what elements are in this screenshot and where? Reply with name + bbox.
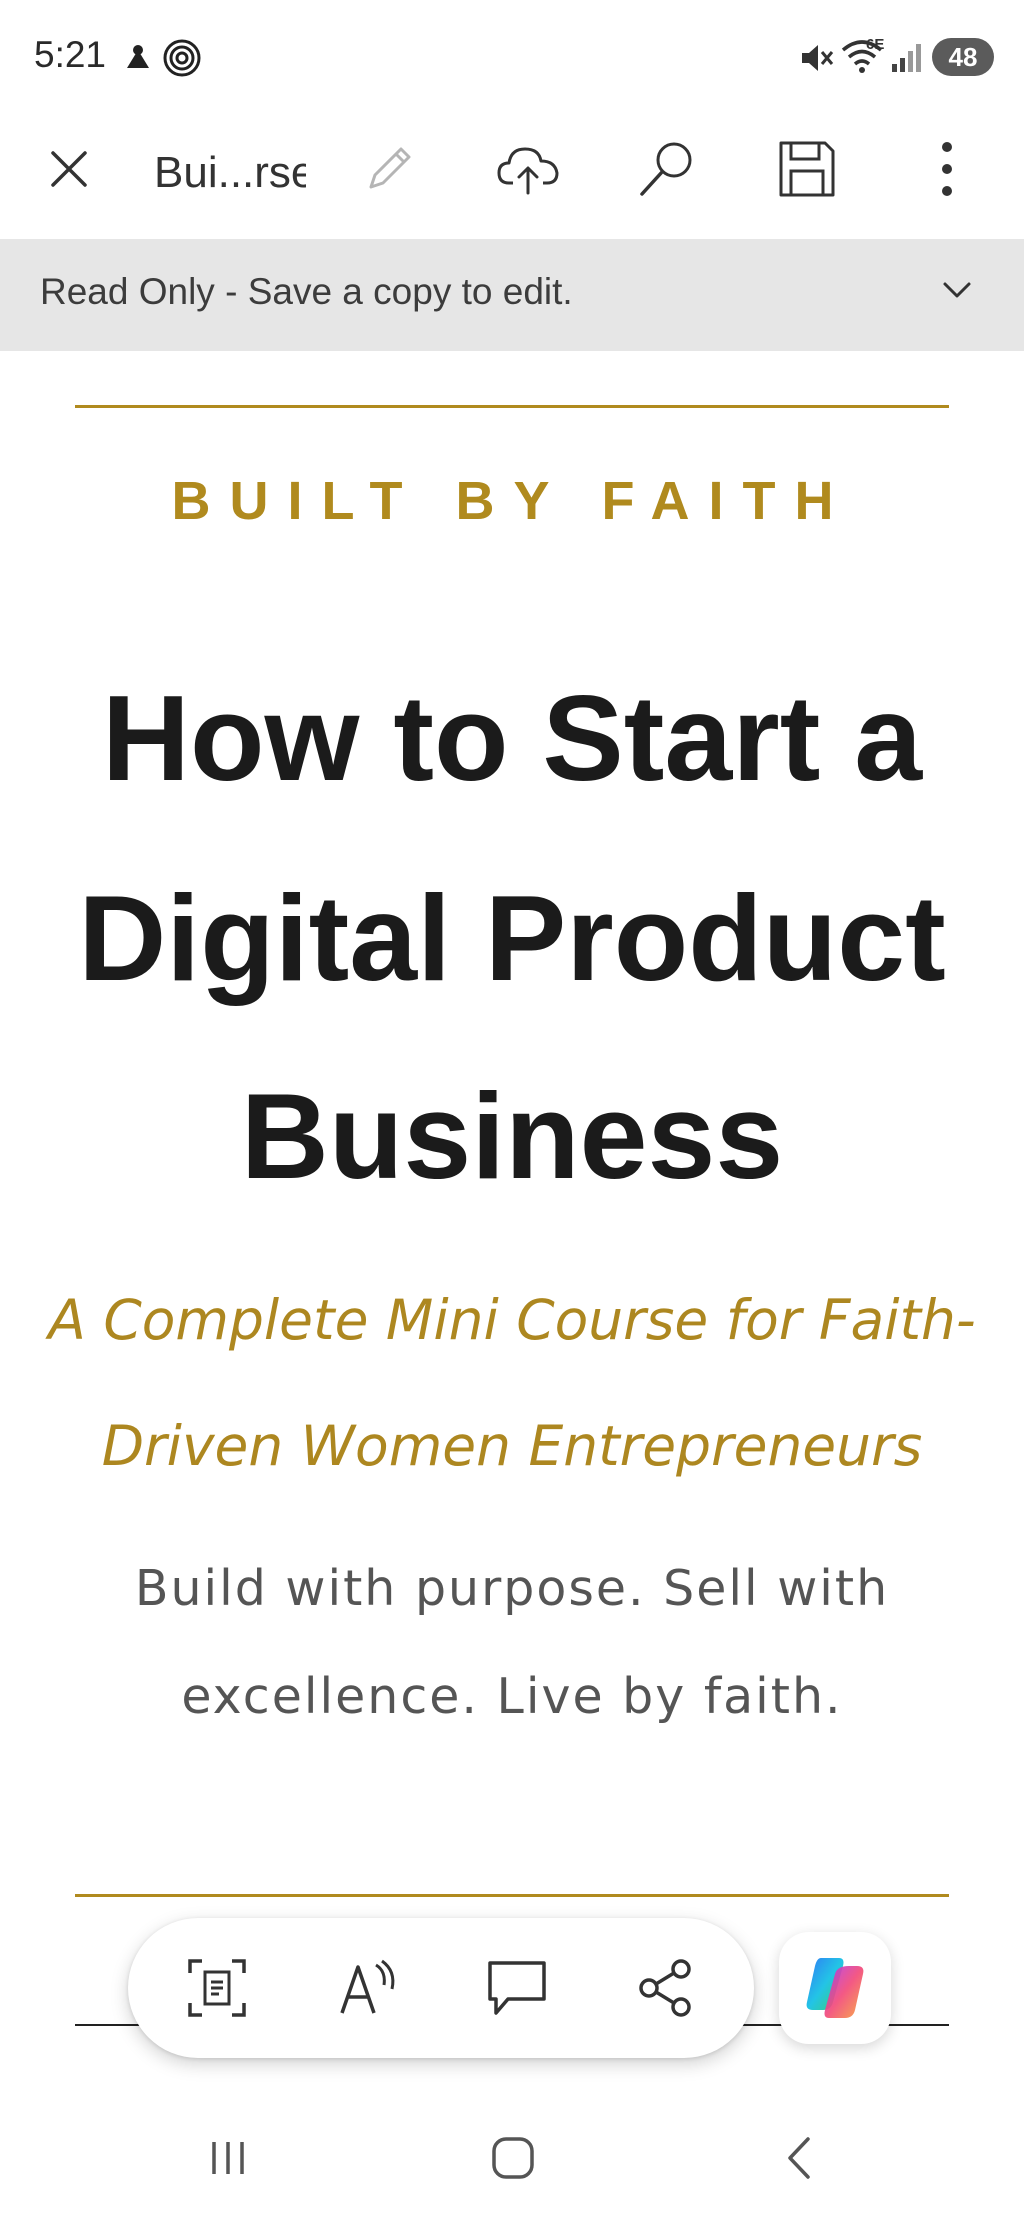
read-only-banner[interactable]: Read Only - Save a copy to edit.	[0, 239, 1024, 351]
close-button[interactable]	[29, 129, 109, 209]
bottom-divider	[75, 1894, 949, 1897]
network-badge: 6E	[866, 36, 885, 53]
document-title-line: Digital Product	[78, 870, 946, 1006]
notification-icon	[127, 45, 149, 68]
cloud-upload-button[interactable]	[488, 129, 568, 209]
document-title-line: How to Start a	[101, 670, 923, 806]
signal-icon	[892, 44, 921, 72]
copilot-button[interactable]	[779, 1932, 891, 2044]
battery-icon: 48	[932, 38, 994, 76]
document-subtitle-line: A Complete Mini Course for Faith-	[48, 1288, 976, 1352]
search-icon	[640, 142, 692, 196]
recents-button[interactable]	[188, 2128, 268, 2188]
fingerprint-icon	[163, 39, 201, 77]
status-time: 5:21	[34, 34, 107, 75]
share-button[interactable]	[624, 1946, 708, 2030]
top-divider	[75, 405, 949, 408]
save-button[interactable]	[767, 129, 847, 209]
save-icon	[779, 141, 835, 197]
document-subtitle-line: Driven Women Entrepreneurs	[101, 1414, 923, 1478]
close-icon	[51, 151, 87, 187]
cloud-upload-icon	[497, 147, 559, 195]
document-kicker: BUILT BY FAITH	[171, 471, 853, 531]
read-aloud-icon	[340, 1959, 395, 2014]
more-vertical-icon	[942, 142, 952, 196]
read-aloud-button[interactable]	[325, 1946, 409, 2030]
back-icon	[788, 2137, 810, 2179]
mute-icon	[802, 45, 834, 71]
document-tagline-line: excellence. Live by faith.	[181, 1668, 843, 1725]
home-button[interactable]	[473, 2128, 553, 2188]
pencil-icon	[369, 147, 411, 189]
home-icon	[492, 2137, 534, 2179]
comment-button[interactable]	[475, 1946, 559, 2030]
search-button[interactable]	[627, 129, 707, 209]
document-title-line: Business	[240, 1068, 784, 1204]
more-options-button[interactable]	[907, 129, 987, 209]
recents-icon	[212, 2142, 244, 2174]
back-button[interactable]	[760, 2128, 840, 2188]
status-bar: 5:21 6E 48	[0, 0, 1024, 115]
share-icon	[639, 1959, 691, 2017]
edit-button[interactable]	[349, 129, 429, 209]
scan-document-icon	[188, 1959, 246, 2017]
chevron-down-icon[interactable]	[935, 268, 979, 312]
banner-text: Read Only - Save a copy to edit.	[40, 271, 573, 312]
copilot-icon	[806, 1958, 864, 2018]
document-tagline-line: Build with purpose. Sell with	[134, 1560, 890, 1617]
comment-icon	[488, 1961, 546, 2015]
page-border-line	[75, 2024, 145, 2026]
document-title[interactable]: Bui...rse	[154, 138, 306, 208]
scan-document-button[interactable]	[175, 1946, 259, 2030]
